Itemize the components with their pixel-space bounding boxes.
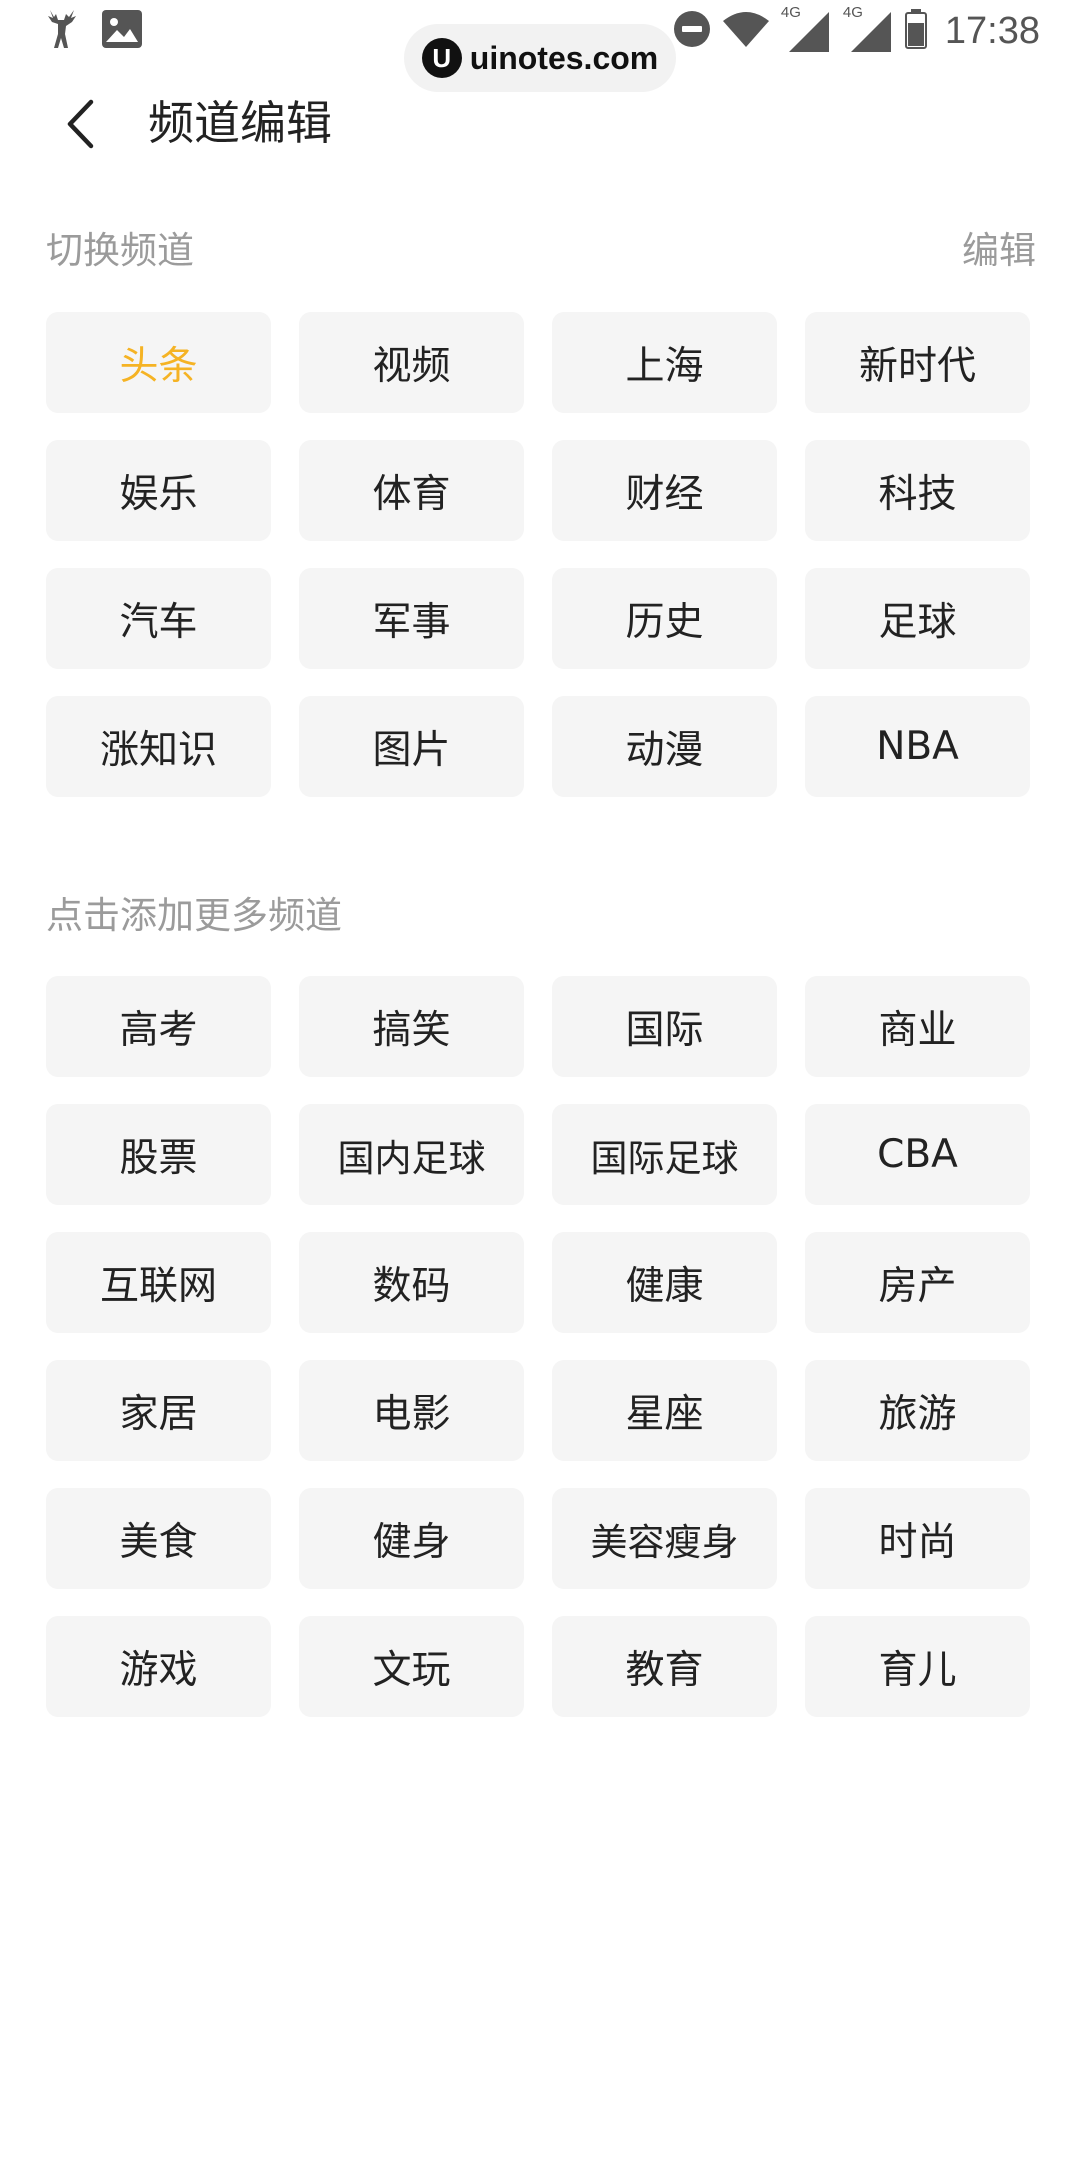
channel-chip[interactable]: 电影	[299, 1360, 524, 1461]
channel-chip[interactable]: 搞笑	[299, 976, 524, 1077]
wifi-icon	[722, 11, 769, 51]
channel-chip[interactable]: 旅游	[805, 1360, 1030, 1461]
channel-chip[interactable]: 足球	[805, 568, 1030, 669]
channel-chip[interactable]: 时尚	[805, 1488, 1030, 1589]
channel-chip[interactable]: 军事	[299, 568, 524, 669]
channel-chip[interactable]: 体育	[299, 440, 524, 541]
channel-chip[interactable]: 图片	[299, 696, 524, 797]
channel-chip[interactable]: 美食	[46, 1488, 271, 1589]
channel-chip[interactable]: 文玩	[299, 1616, 524, 1717]
channel-chip[interactable]: 健康	[552, 1232, 777, 1333]
channel-chip[interactable]: 数码	[299, 1232, 524, 1333]
more-channels-label: 点击添加更多频道	[46, 894, 342, 937]
channel-chip[interactable]: 汽车	[46, 568, 271, 669]
cell-signal-icon: 4G	[781, 4, 831, 54]
edit-button[interactable]: 编辑	[962, 225, 1036, 277]
channel-chip[interactable]: 互联网	[46, 1232, 271, 1333]
chevron-left-icon	[67, 99, 94, 149]
channel-chip[interactable]: 娱乐	[46, 440, 271, 541]
current-channels-grid: 头条 视频 上海 新时代娱乐 体育 财经 科技汽车 军事 历史 足球涨知识 图片 动漫 NBA	[46, 312, 1030, 797]
channel-chip[interactable]: 历史	[552, 568, 777, 669]
channel-chip[interactable]: 国内足球	[299, 1104, 524, 1205]
current-channels-label: 切换频道	[46, 229, 194, 272]
page-title: 频道编辑	[148, 96, 332, 150]
channel-chip[interactable]: 上海	[552, 312, 777, 413]
do-not-disturb-icon	[673, 10, 711, 52]
channel-chip[interactable]: 动漫	[552, 696, 777, 797]
deer-app-icon	[44, 8, 78, 54]
battery-icon	[904, 9, 927, 53]
channel-chip[interactable]: 家居	[46, 1360, 271, 1461]
channel-chip[interactable]: 商业	[805, 976, 1030, 1077]
channel-chip[interactable]: 健身	[299, 1488, 524, 1589]
header: 频道编辑	[0, 80, 1080, 166]
channel-chip[interactable]: 高考	[46, 976, 271, 1077]
channel-chip[interactable]: 国际足球	[552, 1104, 777, 1205]
channel-chip[interactable]: 游戏	[46, 1616, 271, 1717]
cell-signal-icon-2: 4G	[843, 4, 893, 54]
channel-chip[interactable]: 育儿	[805, 1616, 1030, 1717]
watermark-text: uinotes.com	[469, 39, 659, 76]
channel-chip[interactable]: NBA	[805, 696, 1030, 797]
channel-chip[interactable]: 星座	[552, 1360, 777, 1461]
back-button[interactable]	[50, 94, 110, 154]
uinotes-logo: U	[421, 38, 462, 78]
clock: 17:38	[944, 9, 1040, 52]
status-bar: 4G 4G 17:38 U uinotes.com	[0, 0, 1080, 92]
channel-chip[interactable]: 美容瘦身	[552, 1488, 777, 1589]
more-channels-grid: 高考 搞笑 国际 商业股票 国内足球 国际足球 CBA 互联网 数码 健康 房产家居 电影 星座 旅游美食…	[46, 976, 1030, 1717]
gallery-icon	[102, 10, 142, 52]
channel-chip[interactable]: 国际	[552, 976, 777, 1077]
channel-chip[interactable]: 教育	[552, 1616, 777, 1717]
channel-chip[interactable]: 头条	[46, 312, 271, 413]
channel-chip[interactable]: 财经	[552, 440, 777, 541]
channel-chip[interactable]: 科技	[805, 440, 1030, 541]
channel-chip[interactable]: 视频	[299, 312, 524, 413]
channel-chip[interactable]: 股票	[46, 1104, 271, 1205]
channel-chip[interactable]: 新时代	[805, 312, 1030, 413]
channel-chip[interactable]: CBA	[805, 1104, 1030, 1205]
channel-chip[interactable]: 房产	[805, 1232, 1030, 1333]
channel-chip[interactable]: 涨知识	[46, 696, 271, 797]
